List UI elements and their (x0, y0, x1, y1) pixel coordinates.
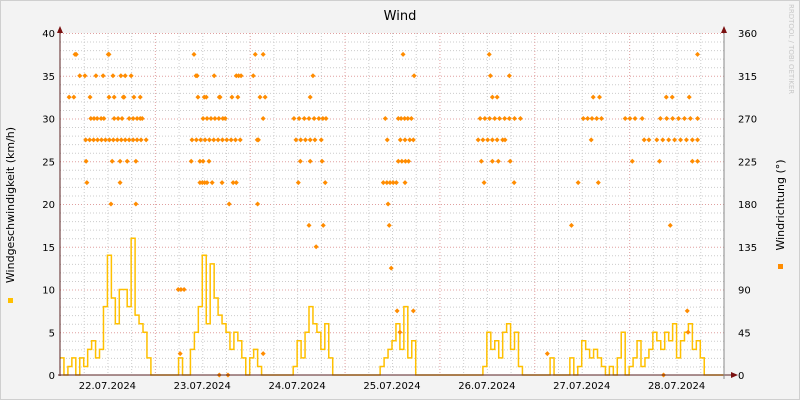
y-tick-label: 20 (42, 200, 55, 211)
y-right-tick-label: 45 (738, 328, 751, 339)
legend-speed-swatch (8, 298, 13, 303)
y-right-tick-label: 360 (738, 29, 757, 40)
x-tick-label: 24.07.2024 (269, 381, 326, 392)
y-tick-label: 15 (42, 243, 55, 254)
x-tick-label: 26.07.2024 (458, 381, 515, 392)
chart-canvas: 0 5 10 15 20 25 30 35 40 0 45 90 135 180 225 270 315 360 2… (0, 0, 800, 400)
y-right-tick-label: 0 (738, 371, 744, 382)
y-right-tick-label: 180 (738, 200, 757, 211)
y-axis-right-label: Windrichtung (°) (774, 159, 787, 250)
x-tick-label: 23.07.2024 (174, 381, 231, 392)
y-tick-label: 30 (42, 115, 55, 126)
y-tick-label: 10 (42, 286, 55, 297)
x-tick-label: 28.07.2024 (648, 381, 705, 392)
y-tick-label: 35 (42, 72, 55, 83)
x-tick-label: 22.07.2024 (79, 381, 136, 392)
legend-direction-swatch (778, 264, 783, 269)
y-right-tick-label: 270 (738, 115, 757, 126)
y-right-tick-label: 315 (738, 72, 757, 83)
y-right-tick-label: 135 (738, 243, 757, 254)
y-right-tick-label: 225 (738, 157, 757, 168)
y-tick-label: 25 (42, 157, 55, 168)
x-tick-label: 27.07.2024 (553, 381, 610, 392)
chart-title: Wind (384, 9, 417, 24)
y-axis-label: Windgeschwindigkeit (km/h) (4, 127, 17, 283)
y-tick-label: 5 (49, 328, 55, 339)
y-tick-label: 0 (49, 371, 55, 382)
watermark: RRDTOOL / TOBI OETIKER (787, 4, 795, 94)
y-right-tick-label: 90 (738, 286, 751, 297)
y-tick-label: 40 (42, 29, 55, 40)
wind-chart: 0 5 10 15 20 25 30 35 40 0 45 90 135 180 225 270 315 360 2… (0, 0, 800, 400)
x-tick-label: 25.07.2024 (363, 381, 420, 392)
